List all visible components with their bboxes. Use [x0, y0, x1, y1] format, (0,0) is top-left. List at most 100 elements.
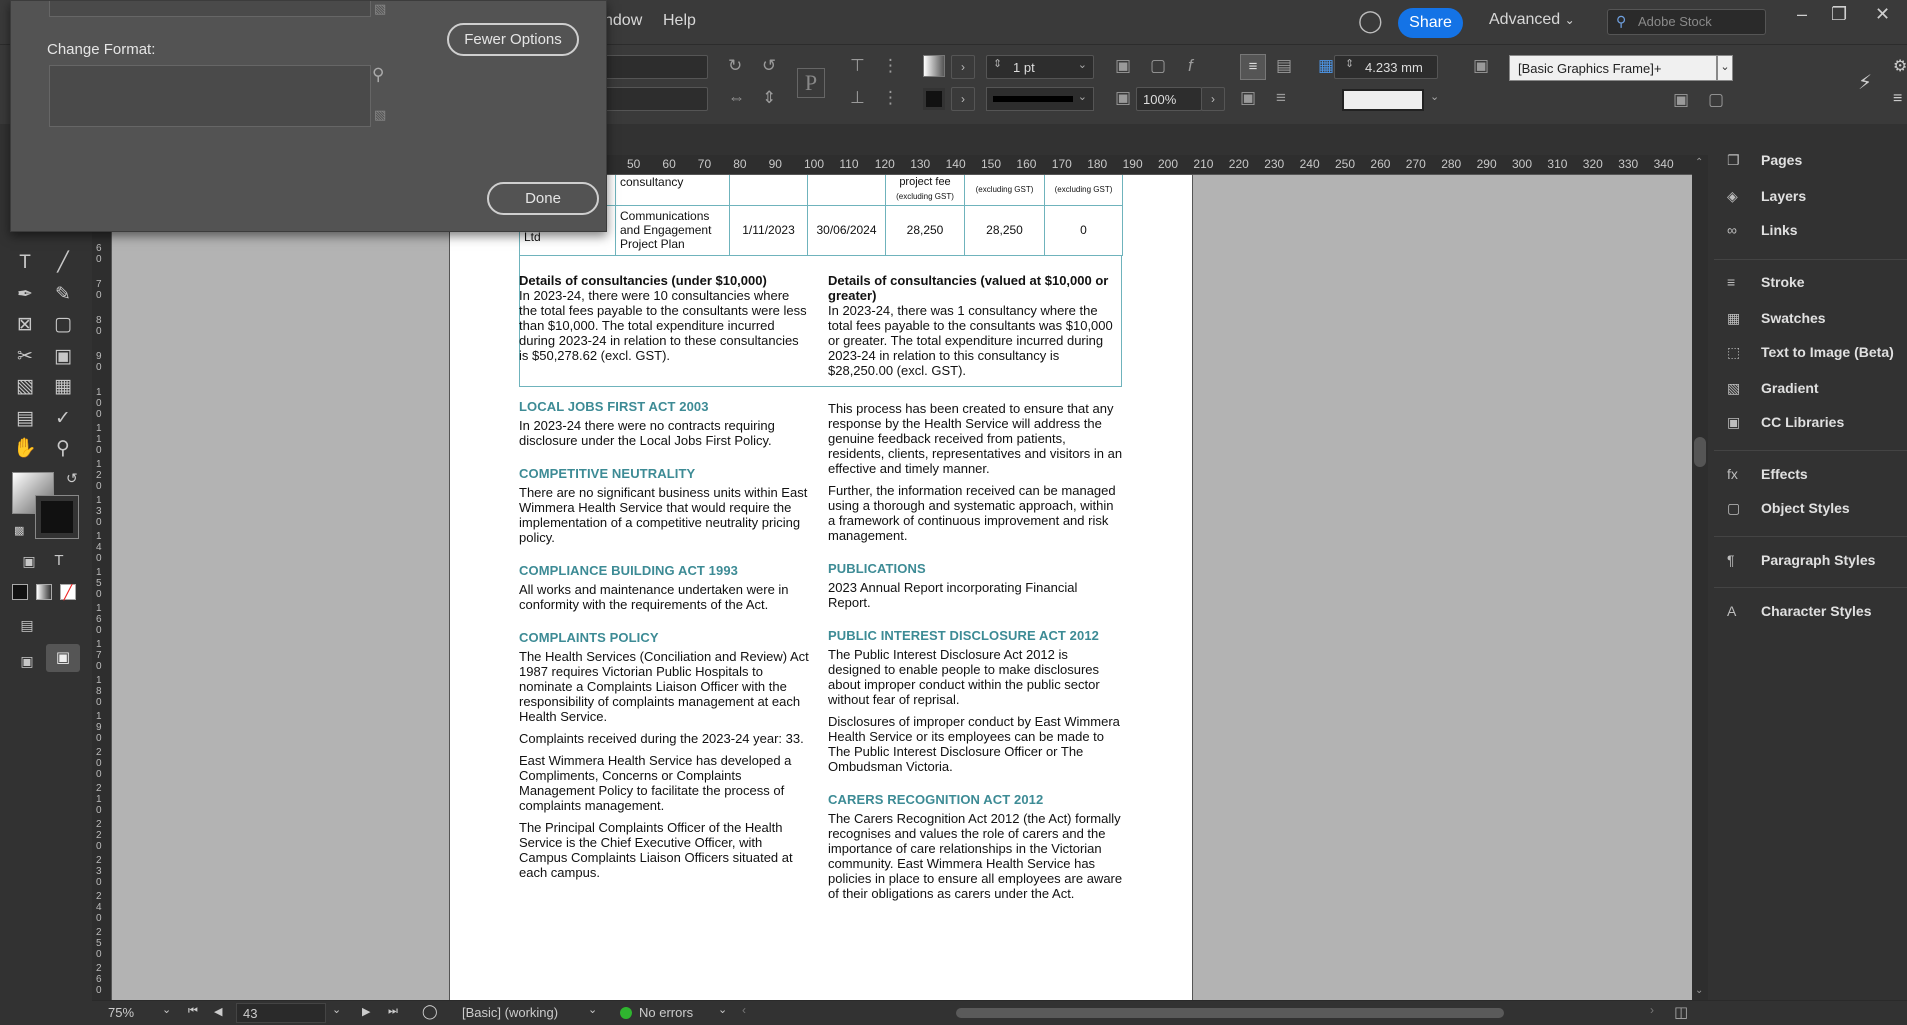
fx-icon[interactable]: f: [1188, 56, 1193, 76]
lightning-icon[interactable]: ⚡: [1858, 70, 1872, 95]
text-wrap-jump-icon[interactable]: ≡: [1276, 88, 1286, 108]
stepper-icon[interactable]: ⇕: [993, 57, 1002, 70]
panel-object-styles[interactable]: ▢ Object Styles: [1727, 500, 1850, 530]
scroll-up-icon[interactable]: ⌃: [1695, 157, 1703, 168]
distribute-center-icon[interactable]: ⋮: [882, 88, 899, 108]
done-button[interactable]: Done: [487, 182, 599, 215]
chevron-down-icon[interactable]: ⌄: [332, 1003, 341, 1016]
apply-color-icon[interactable]: [12, 584, 28, 600]
open-page-icon[interactable]: ◯: [422, 1003, 438, 1020]
zoom-level[interactable]: 75%: [108, 1005, 134, 1020]
eyedropper-tool-icon[interactable]: ✓: [50, 406, 76, 432]
chevron-down-icon[interactable]: ⌄: [718, 1003, 727, 1016]
stroke-style-preview[interactable]: [1342, 89, 1424, 111]
stroke-weight-field[interactable]: ⇕ 1 pt ⌄: [986, 55, 1094, 79]
pen-tool-icon[interactable]: ✒: [12, 282, 38, 308]
panel-character-styles[interactable]: A Character Styles: [1727, 603, 1872, 633]
stroke-type-select[interactable]: ⌄: [986, 87, 1094, 111]
format-search-icon[interactable]: ⚲: [372, 65, 384, 85]
opacity-field[interactable]: 100%: [1136, 87, 1202, 111]
fill-menu-arrow[interactable]: ›: [951, 55, 975, 79]
reference-x-field[interactable]: [604, 55, 708, 79]
panel-swatches[interactable]: ▦ Swatches: [1727, 310, 1826, 340]
align-center-icon[interactable]: ⊥: [850, 88, 865, 108]
type-tool-icon[interactable]: T: [12, 250, 38, 276]
first-page-icon[interactable]: ⏮: [188, 1005, 198, 1018]
rectangle-frame-tool-icon[interactable]: ⊠: [12, 312, 38, 338]
chevron-down-icon[interactable]: ⌄: [588, 1003, 597, 1016]
formatting-container-icon[interactable]: ▣: [16, 548, 42, 574]
default-colors-icon[interactable]: ▩: [14, 524, 24, 537]
stepper-icon[interactable]: ⇕: [1345, 57, 1354, 70]
split-window-icon[interactable]: ◫: [1674, 1003, 1688, 1021]
last-page-icon[interactable]: ⏭: [388, 1005, 398, 1018]
scroll-down-icon[interactable]: ⌄: [1695, 985, 1703, 996]
menu-help[interactable]: Help: [663, 12, 696, 30]
chevron-down-icon[interactable]: ⌄: [1078, 58, 1087, 71]
screen-mode-icon[interactable]: ▤: [14, 612, 40, 638]
reference-y-field[interactable]: [604, 87, 708, 111]
scrollbar-thumb[interactable]: [1694, 437, 1706, 467]
frame-fitting-icon[interactable]: ▣: [1473, 56, 1489, 76]
preview-mode-icon[interactable]: ▣: [46, 644, 80, 672]
auto-fit-icon[interactable]: ▦: [1318, 56, 1334, 76]
panel-text-to-image[interactable]: ⬚ Text to Image (Beta): [1727, 344, 1894, 374]
distribute-icon[interactable]: ⋮: [882, 56, 899, 76]
lightbulb-icon[interactable]: ◯: [1358, 8, 1383, 34]
panel-pages[interactable]: ❐ Pages: [1727, 152, 1802, 182]
text-wrap-box-icon[interactable]: ▤: [1276, 56, 1292, 76]
clear-overrides-icon[interactable]: ▣: [1673, 90, 1689, 110]
scroll-right-icon[interactable]: ›: [1650, 1003, 1654, 1017]
text-wrap-none-icon[interactable]: ≡: [1240, 54, 1266, 80]
panel-layers[interactable]: ◈ Layers: [1727, 188, 1806, 218]
stroke-swatch[interactable]: [923, 88, 945, 110]
preflight-profile[interactable]: [Basic] (working): [462, 1005, 558, 1020]
zoom-tool-icon[interactable]: ⚲: [50, 436, 76, 462]
scissors-tool-icon[interactable]: ✂: [12, 344, 38, 370]
stroke-menu-arrow[interactable]: ›: [951, 87, 975, 111]
panel-menu-icon[interactable]: ≡: [1893, 90, 1902, 108]
opacity-icon[interactable]: ▣: [1115, 88, 1131, 108]
free-transform-tool-icon[interactable]: ▣: [50, 344, 76, 370]
flip-vertical-icon[interactable]: ⇕: [762, 88, 776, 108]
flip-horizontal-icon[interactable]: ⇔: [728, 88, 745, 108]
fill-swatch[interactable]: [923, 55, 945, 77]
workspace-switcher[interactable]: Advanced ⌄: [1489, 11, 1575, 29]
normal-view-icon[interactable]: ▣: [14, 648, 40, 674]
paragraph-p-icon[interactable]: P: [797, 68, 825, 98]
previous-page-icon[interactable]: ◀: [214, 1005, 222, 1018]
trash-icon[interactable]: ▧: [374, 1, 386, 17]
note-tool-icon[interactable]: ▤: [12, 406, 38, 432]
page-number-field[interactable]: 43: [236, 1003, 326, 1023]
fit-frame-icon[interactable]: ▣: [1115, 56, 1131, 76]
restore-button[interactable]: ❐: [1831, 4, 1847, 25]
panel-links[interactable]: ∞ Links: [1727, 222, 1798, 252]
hand-tool-icon[interactable]: ✋: [12, 436, 38, 462]
line-tool-icon[interactable]: ╱: [50, 250, 76, 276]
formatting-text-icon[interactable]: T: [46, 548, 72, 574]
create-style-icon[interactable]: ▢: [1708, 90, 1724, 110]
dimension-field[interactable]: ⇕ 4.233 mm: [1334, 55, 1438, 79]
chevron-down-icon[interactable]: ⌄: [1430, 90, 1439, 103]
apply-gradient-icon[interactable]: [36, 584, 52, 600]
panel-paragraph-styles[interactable]: ¶ Paragraph Styles: [1727, 552, 1875, 582]
text-wrap-object-icon[interactable]: ▣: [1240, 88, 1256, 108]
trash-icon[interactable]: ▧: [374, 107, 386, 123]
change-format-box[interactable]: [49, 65, 371, 127]
stroke-color-swatch[interactable]: [35, 495, 79, 539]
minimize-button[interactable]: –: [1797, 4, 1807, 25]
object-style-select[interactable]: [Basic Graphics Frame]+: [1509, 55, 1717, 81]
scroll-left-icon[interactable]: ‹: [742, 1003, 746, 1017]
rectangle-tool-icon[interactable]: ▢: [50, 312, 76, 338]
pencil-tool-icon[interactable]: ✎: [50, 282, 76, 308]
share-button[interactable]: Share: [1398, 8, 1463, 38]
panel-cc-libraries[interactable]: ▣ CC Libraries: [1727, 414, 1844, 444]
adobe-stock-search[interactable]: ⚲ Adobe Stock: [1607, 9, 1766, 35]
chevron-down-icon[interactable]: ⌄: [162, 1003, 171, 1016]
panel-effects[interactable]: fx Effects: [1727, 466, 1808, 496]
align-top-icon[interactable]: ⊤: [850, 56, 865, 76]
rotate-cw-icon[interactable]: ↻: [728, 56, 742, 76]
horizontal-scrollbar-thumb[interactable]: [956, 1008, 1504, 1018]
next-page-icon[interactable]: ▶: [362, 1005, 370, 1018]
apply-none-icon[interactable]: ╱: [60, 584, 76, 600]
